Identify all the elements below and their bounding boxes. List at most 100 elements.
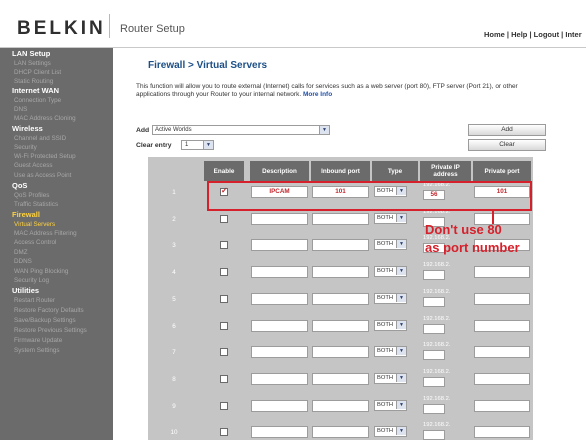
description-input[interactable] [251,373,308,385]
type-select[interactable]: BOTH ▼ [374,239,407,250]
inbound-port-input[interactable] [312,400,369,412]
sidebar-item-dhcp-client-list[interactable]: DHCP Client List [0,68,113,77]
type-select[interactable]: BOTH ▼ [374,346,407,357]
row-index: 6 [172,322,176,330]
sidebar-item-restore-factory[interactable]: Restore Factory Defaults [0,306,113,315]
enable-checkbox[interactable] [220,402,228,410]
description-input[interactable] [251,400,308,412]
type-select[interactable]: BOTH ▼ [374,320,407,331]
sidebar-item-static-routing[interactable]: Static Routing [0,77,113,86]
chevron-down-icon: ▼ [396,267,406,275]
sidebar-item-channel-ssid[interactable]: Channel and SSID [0,134,113,143]
help-link[interactable]: Help [511,30,527,39]
sidebar-category-lan[interactable]: LAN Setup [0,49,113,58]
type-select[interactable]: BOTH ▼ [374,293,407,304]
type-select[interactable]: BOTH ▼ [374,266,407,277]
sidebar-item-access-control[interactable]: Access Control [0,238,113,247]
type-value: BOTH [377,241,394,247]
sidebar-item-use-as-ap[interactable]: Use as Access Point [0,171,113,180]
private-port-input[interactable] [474,320,530,332]
description-input[interactable] [251,346,308,358]
add-label: Add [136,127,150,134]
description-input[interactable] [251,320,308,332]
sidebar-item-firmware-update[interactable]: Firmware Update [0,336,113,345]
sidebar-item-mac-cloning[interactable]: MAC Address Cloning [0,114,113,123]
private-port-input[interactable] [474,373,530,385]
sidebar-item-mac-filtering[interactable]: MAC Address Filtering [0,229,113,238]
type-select[interactable]: BOTH ▼ [374,213,407,224]
enable-checkbox[interactable] [220,375,228,383]
add-service-select[interactable]: Active Worlds ▼ [152,125,330,135]
description-input[interactable] [251,426,308,438]
ip-last-octet-input[interactable] [423,270,445,280]
sidebar-category-qos[interactable]: QoS [0,181,113,190]
inbound-port-input[interactable] [312,346,369,358]
sidebar-item-wps[interactable]: Wi-Fi Protected Setup [0,152,113,161]
ip-last-octet-input[interactable] [423,377,445,387]
sidebar-item-qos-profiles[interactable]: QoS Profiles [0,191,113,200]
clear-button[interactable]: Clear [468,139,546,151]
type-select[interactable]: BOTH ▼ [374,373,407,384]
sidebar-item-system-settings[interactable]: System Settings [0,346,113,355]
more-info-link[interactable]: More Info [303,91,332,98]
sidebar-category-internet-wan[interactable]: Internet WAN [0,86,113,95]
sidebar-item-virtual-servers[interactable]: Virtual Servers [0,220,113,229]
type-select[interactable]: BOTH ▼ [374,400,407,411]
sidebar-category-utilities[interactable]: Utilities [0,286,113,295]
inbound-port-input[interactable] [312,293,369,305]
chevron-down-icon: ▼ [396,294,406,302]
type-select[interactable]: BOTH ▼ [374,426,407,437]
sidebar-item-lan-settings[interactable]: LAN Settings [0,59,113,68]
ip-last-octet-input[interactable] [423,404,445,414]
enable-checkbox[interactable] [220,215,228,223]
ip-last-octet-input[interactable] [423,430,445,440]
enable-checkbox[interactable] [220,295,228,303]
type-value: BOTH [377,322,394,328]
sidebar-item-security-log[interactable]: Security Log [0,276,113,285]
description-input[interactable] [251,239,308,251]
sidebar-item-traffic-statistics[interactable]: Traffic Statistics [0,200,113,209]
inbound-port-input[interactable] [312,239,369,251]
sidebar-item-save-backup[interactable]: Save/Backup Settings [0,316,113,325]
private-port-input[interactable] [474,426,530,438]
sidebar-category-wireless[interactable]: Wireless [0,124,113,133]
private-port-input[interactable] [474,293,530,305]
enable-checkbox[interactable] [220,241,228,249]
sidebar-item-wan-ping-blocking[interactable]: WAN Ping Blocking [0,267,113,276]
inbound-port-input[interactable] [312,266,369,278]
private-port-input[interactable] [474,346,530,358]
description-input[interactable] [251,266,308,278]
private-port-input[interactable] [474,400,530,412]
internet-status-link[interactable]: Inter [565,30,581,39]
ip-last-octet-input[interactable] [423,297,445,307]
inbound-port-input[interactable] [312,213,369,225]
private-port-input[interactable] [474,266,530,278]
enable-checkbox[interactable] [220,428,228,436]
inbound-port-input[interactable] [312,320,369,332]
enable-checkbox[interactable] [220,348,228,356]
sidebar-category-firewall[interactable]: Firewall [0,210,113,219]
sidebar-item-restart-router[interactable]: Restart Router [0,296,113,305]
sidebar-item-guest-access[interactable]: Guest Access [0,161,113,170]
ip-last-octet-input[interactable] [423,350,445,360]
clear-entry-select[interactable]: 1 ▼ [181,140,214,150]
sidebar-item-ddns[interactable]: DDNS [0,257,113,266]
description-input[interactable] [251,293,308,305]
enable-checkbox[interactable] [220,268,228,276]
logout-link[interactable]: Logout [534,30,559,39]
inbound-port-input[interactable] [312,426,369,438]
sidebar-item-restore-previous[interactable]: Restore Previous Settings [0,326,113,335]
ip-last-octet-input[interactable] [423,324,445,334]
sidebar-item-connection-type[interactable]: Connection Type [0,96,113,105]
sidebar-item-dmz[interactable]: DMZ [0,248,113,257]
add-button[interactable]: Add [468,124,546,136]
description-input[interactable] [251,213,308,225]
home-link[interactable]: Home [484,30,505,39]
enable-checkbox[interactable] [220,322,228,330]
logo-divider [109,14,110,38]
sidebar-item-dns[interactable]: DNS [0,105,113,114]
inbound-port-input[interactable] [312,373,369,385]
sidebar-item-security[interactable]: Security [0,143,113,152]
chevron-down-icon: ▼ [396,240,406,248]
top-links: Home | Help | Logout | Inter [484,30,582,39]
